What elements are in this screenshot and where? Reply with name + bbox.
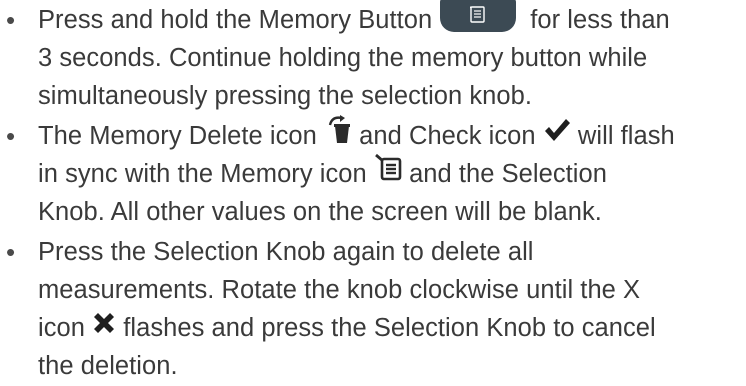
text-line: Press the Selection Knob again to delete… (38, 238, 534, 266)
memory-button-icon (440, 0, 517, 33)
text-line: Knob. All other values on the screen wil… (38, 198, 602, 226)
text-line: 3 seconds. Continue holding the memory b… (38, 44, 648, 72)
line-text: and Check icon (359, 122, 536, 150)
text-line: measurements. Rotate the knob clockwise … (38, 276, 641, 304)
bullet: • (6, 5, 16, 35)
check-icon (543, 115, 571, 155)
line-text: will flash (577, 122, 675, 150)
text-line: Press and hold the Memory Button for less… (38, 0, 670, 40)
x-icon (92, 307, 116, 347)
line-text: and the Selection (409, 160, 607, 188)
bullet: • (6, 121, 16, 151)
line-text: in sync with the Memory icon (38, 160, 367, 188)
text-line: icon flashes and press the Selection Kno… (38, 308, 656, 348)
text-line: simultaneously pressing the selection kn… (38, 82, 533, 110)
line-text: for less than (530, 6, 670, 34)
text-line: the deletion. (38, 352, 178, 380)
line-text: flashes and press the Selection Knob to … (123, 314, 656, 342)
instruction-document: • Press and hold the Memory Button for le… (0, 0, 746, 380)
bullet: • (6, 237, 16, 267)
text-line: The Memory Delete icon and Check icon wi… (38, 114, 675, 156)
text-line: in sync with the Memory icon and the Sel… (38, 154, 607, 194)
line-text: icon (38, 314, 85, 342)
memory-icon (374, 153, 402, 193)
memory-delete-icon (324, 114, 352, 156)
line-text: Press and hold the Memory Button (38, 6, 433, 34)
line-text: The Memory Delete icon (38, 122, 317, 150)
